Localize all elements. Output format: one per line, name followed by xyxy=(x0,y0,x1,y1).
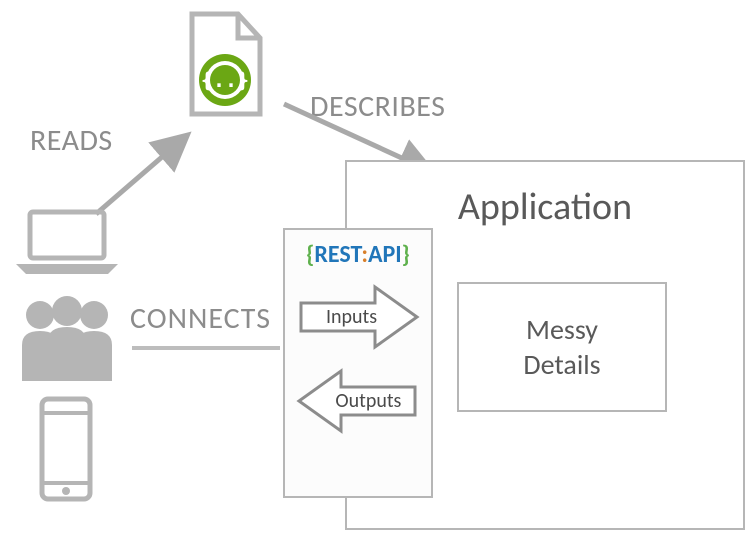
braces-icon: {..} xyxy=(199,54,251,106)
laptop-icon xyxy=(12,208,122,278)
document-icon: {..} xyxy=(180,10,270,120)
connects-arrow xyxy=(132,346,280,350)
reads-arrow xyxy=(86,130,196,220)
connects-label: CONNECTS xyxy=(130,300,271,337)
inputs-arrow: Inputs xyxy=(293,281,423,353)
messy-line-2: Details xyxy=(523,347,600,382)
svg-text:{..}: {..} xyxy=(201,68,249,92)
outputs-arrow: Outputs xyxy=(293,365,423,437)
messy-line-1: Messy xyxy=(526,312,598,347)
brace-close: } xyxy=(402,240,410,269)
rest-text: REST xyxy=(314,240,361,269)
outputs-label: Outputs xyxy=(335,389,401,413)
messy-details-box: Messy Details xyxy=(457,282,667,412)
phone-icon xyxy=(36,395,96,505)
inputs-label: Inputs xyxy=(326,305,377,329)
api-text: API xyxy=(368,240,402,269)
rest-api-panel: {REST:API} Inputs Outputs xyxy=(283,228,433,498)
people-icon xyxy=(14,295,120,385)
colon: : xyxy=(361,240,368,269)
rest-api-title: {REST:API} xyxy=(306,240,410,269)
application-title: Application xyxy=(458,184,632,230)
